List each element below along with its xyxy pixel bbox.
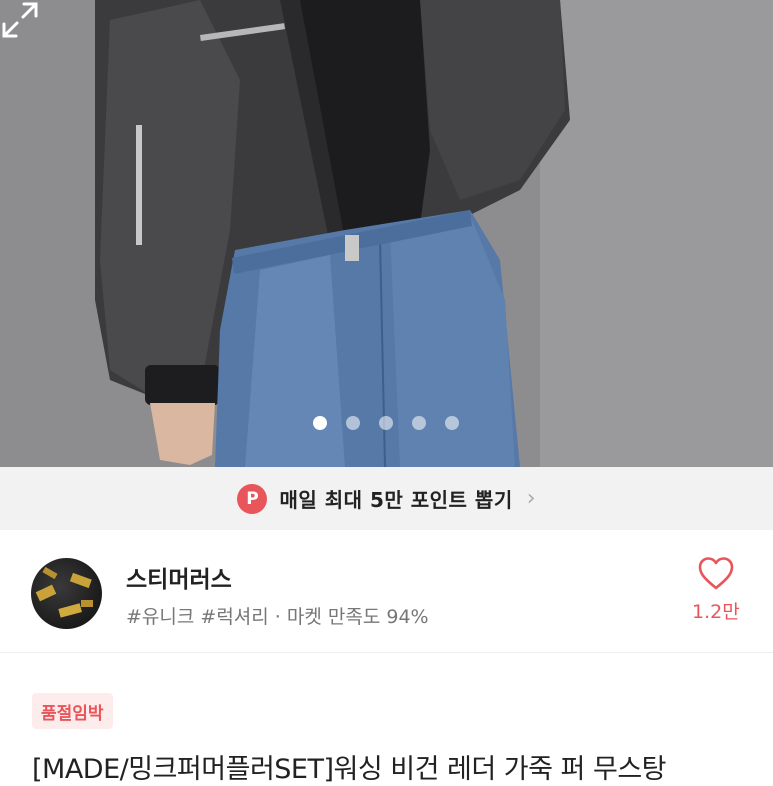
divider [0,652,773,653]
points-icon: P [237,483,268,514]
expand-icon[interactable] [0,0,40,40]
banner-text: 매일 최대 5만 포인트 뽑기 [279,488,513,512]
chevron-right-icon: › [526,486,536,511]
product-title: [MADE/밍크퍼머플러SET]워싱 비건 레더 가죽 퍼 무스탕 [32,754,667,785]
seller-name[interactable]: 스티머러스 [126,560,232,594]
carousel-dot-4[interactable] [412,416,426,430]
carousel-dot-2[interactable] [346,416,360,430]
heart-outline-icon[interactable] [697,555,735,593]
status-badge: 품절임박 [32,693,113,729]
carousel-dot-5[interactable] [445,416,459,430]
carousel-dot-3[interactable] [379,416,393,430]
seller-info[interactable]: 스티머러스 #유니크 #럭셔리 · 마켓 만족도 94% 1.2만 [0,530,773,652]
product-image[interactable] [0,0,773,467]
carousel-indicator[interactable] [313,416,459,430]
seller-avatar[interactable] [31,558,102,629]
carousel-dot-1[interactable] [313,416,327,430]
like-count: 1.2만 [692,601,740,623]
product-photo [0,0,773,467]
seller-tags: #유니크 #럭셔리 · 마켓 만족도 94% [126,606,429,628]
points-event-banner[interactable]: P 매일 최대 5만 포인트 뽑기 › [0,467,773,530]
